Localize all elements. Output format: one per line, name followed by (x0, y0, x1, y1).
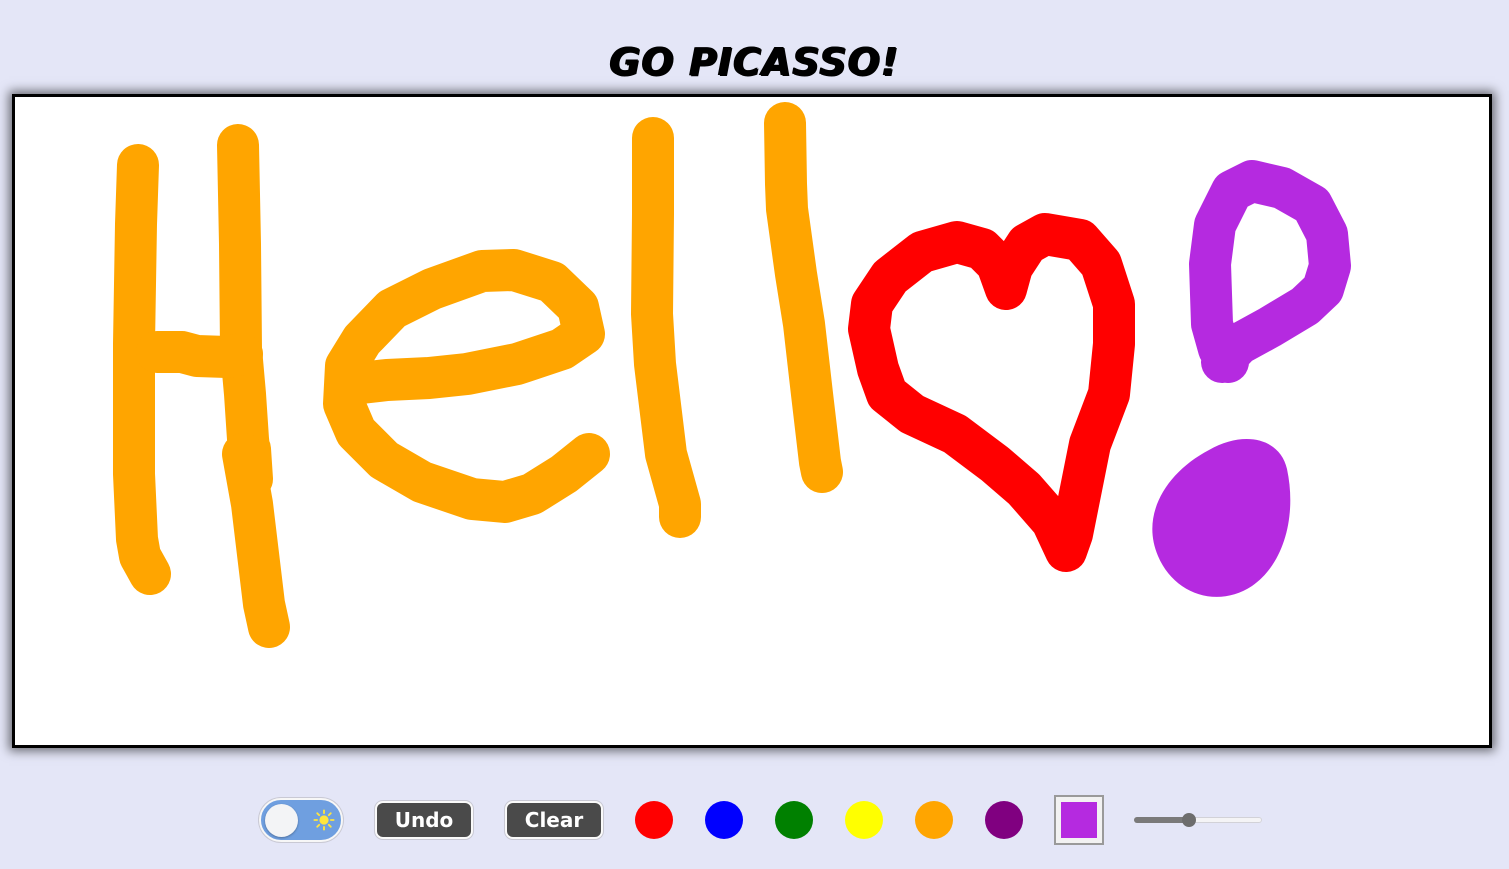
color-picker[interactable] (1054, 795, 1104, 845)
color-swatch-purple[interactable] (985, 801, 1023, 839)
app-title: GO PICASSO! (609, 40, 900, 84)
slider-thumb[interactable] (1182, 813, 1197, 827)
clear-button[interactable]: Clear (505, 801, 603, 839)
stroke-letter-l-1 (631, 117, 701, 538)
color-swatch-orange[interactable] (915, 801, 953, 839)
color-swatch-red[interactable] (635, 801, 673, 839)
current-color-fill (1061, 802, 1097, 838)
stroke-exclamation (1189, 160, 1351, 383)
stroke-exclamation-dot (1152, 439, 1291, 597)
drawing-surface[interactable] (12, 94, 1492, 748)
color-swatch-green[interactable] (775, 801, 813, 839)
color-swatch-blue[interactable] (705, 801, 743, 839)
brush-size-slider[interactable] (1134, 813, 1262, 827)
stroke-letter-e (323, 249, 610, 523)
stroke-heart (848, 213, 1135, 572)
theme-toggle[interactable] (259, 798, 343, 842)
undo-button[interactable]: Undo (375, 801, 473, 839)
stroke-letter-l-2 (764, 102, 843, 493)
drawing-canvas[interactable] (12, 94, 1492, 748)
slider-fill (1134, 817, 1190, 823)
color-swatch-yellow[interactable] (845, 801, 883, 839)
stroke-letter-H (113, 124, 290, 648)
toggle-knob (265, 804, 298, 837)
toolbar: Undo Clear (0, 795, 1509, 845)
sun-icon (313, 809, 335, 831)
